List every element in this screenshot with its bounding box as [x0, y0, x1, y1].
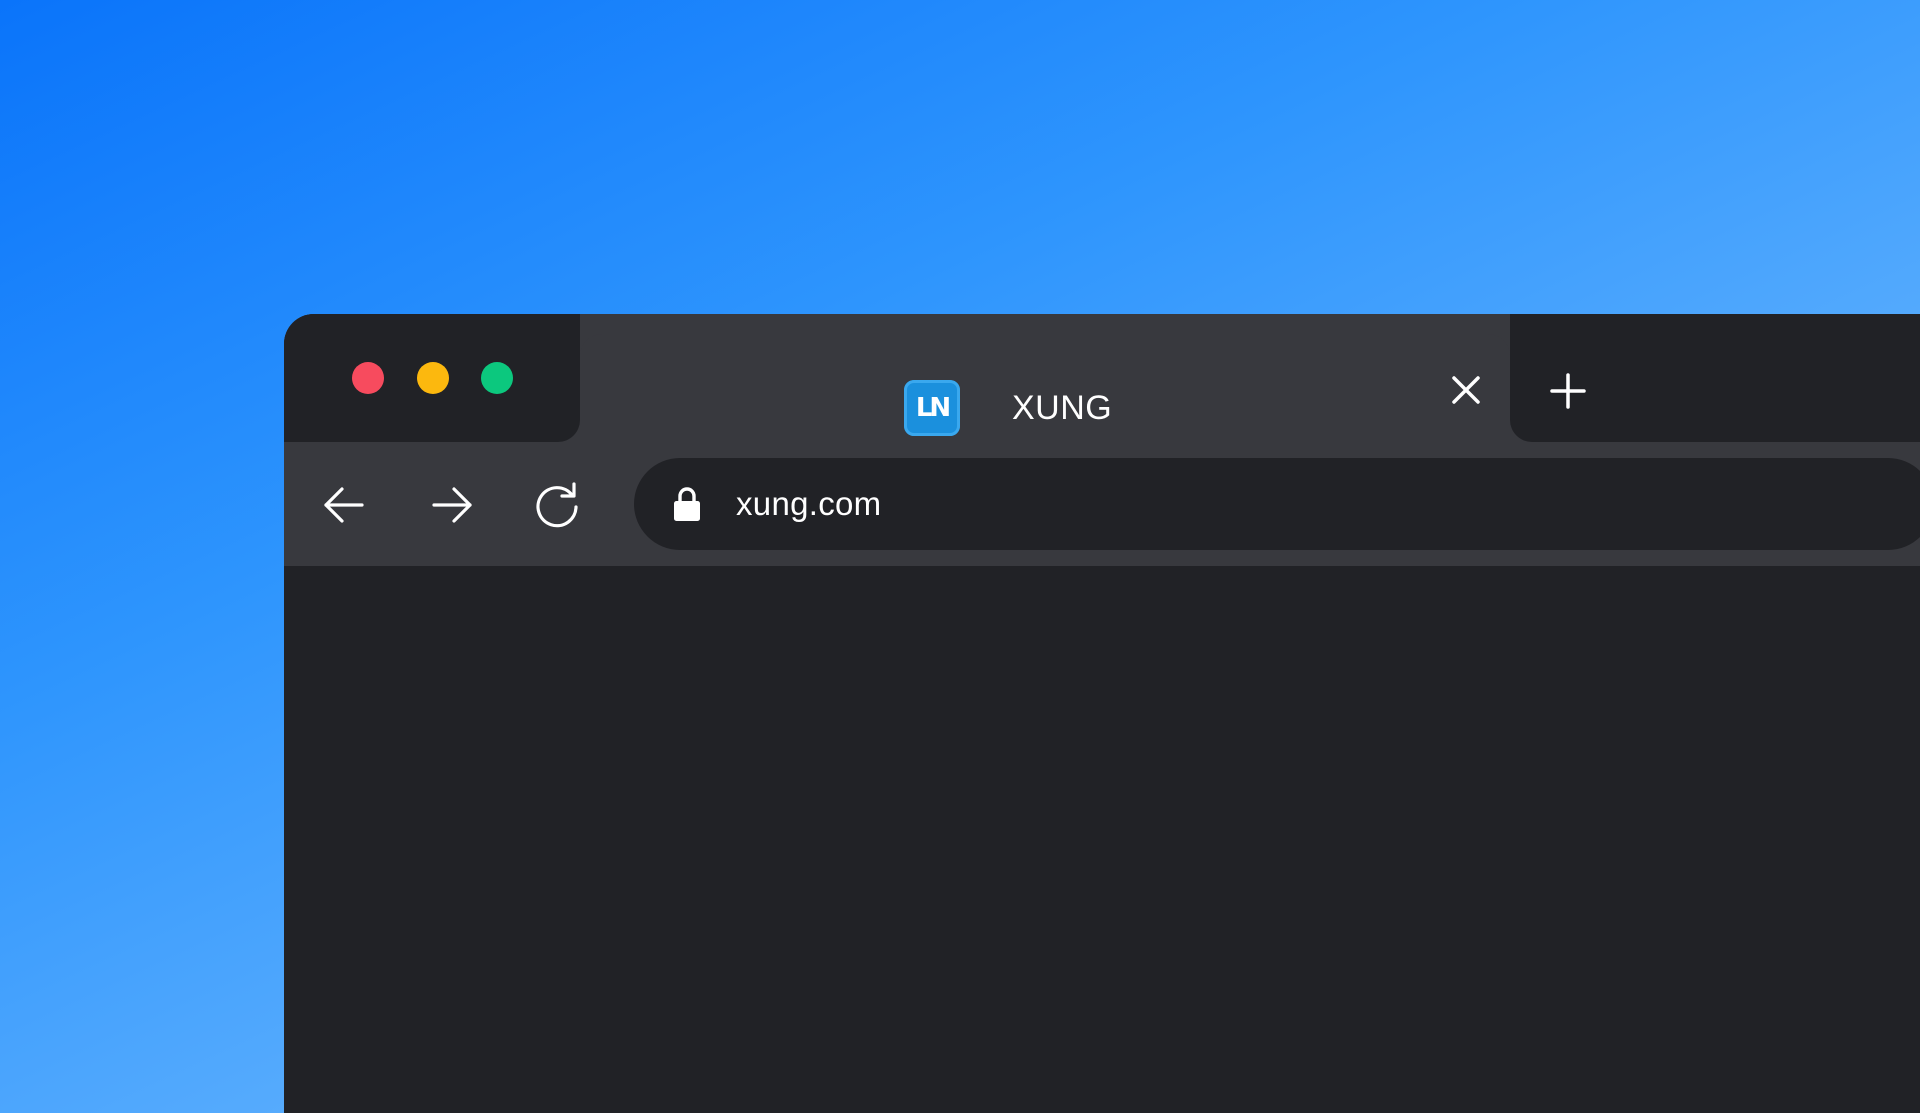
tab-strip: LN XUNG	[284, 314, 1920, 442]
browser-toolbar: xung.com	[284, 442, 1920, 566]
favicon-text: LN	[915, 393, 951, 423]
reload-icon	[536, 482, 578, 528]
address-bar[interactable]: xung.com	[634, 458, 1920, 550]
tab-title: XUNG	[1012, 389, 1113, 427]
new-tab-button[interactable]	[1548, 371, 1588, 411]
window-zoom-button[interactable]	[481, 362, 513, 394]
window-close-button[interactable]	[352, 362, 384, 394]
page-content-area	[284, 566, 1920, 1113]
forward-button[interactable]	[430, 483, 474, 527]
lock-icon	[674, 487, 700, 521]
arrow-left-icon	[324, 487, 364, 523]
tab-favicon: LN	[904, 380, 960, 436]
back-button[interactable]	[322, 483, 366, 527]
tab-xung[interactable]: LN XUNG	[580, 334, 1510, 442]
browser-window: LN XUNG xung.com	[284, 314, 1920, 1113]
tab-close-button[interactable]	[1448, 372, 1484, 408]
plus-icon	[1550, 373, 1586, 409]
url-text: xung.com	[736, 485, 882, 522]
window-minimize-button[interactable]	[417, 362, 449, 394]
arrow-right-icon	[432, 487, 472, 523]
reload-button[interactable]	[534, 481, 582, 529]
close-icon	[1452, 376, 1480, 404]
